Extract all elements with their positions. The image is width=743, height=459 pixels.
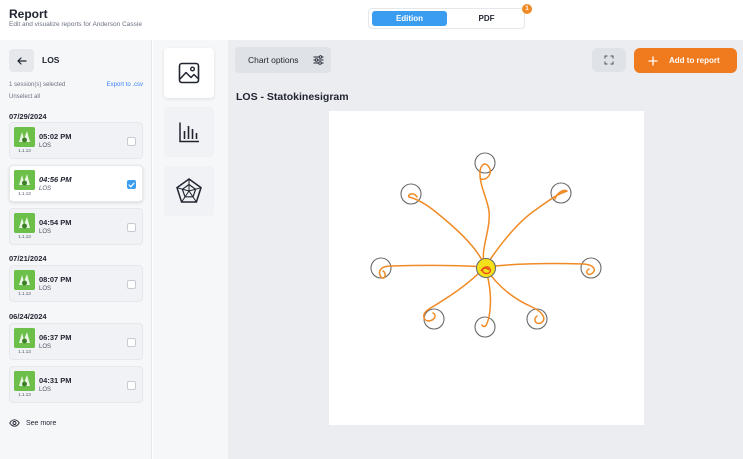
session-card[interactable]: 1.1.13 05:02 PM LOS [9, 122, 143, 159]
see-more-label: See more [26, 419, 57, 427]
session-type: LOS [39, 143, 52, 149]
session-time: 08:07 PM [39, 275, 72, 284]
session-time: 04:54 PM [39, 218, 72, 227]
session-card[interactable]: 1.1.13 06:37 PM LOS [9, 323, 143, 360]
tab-pdf[interactable]: PDF [449, 11, 524, 26]
session-checkbox[interactable] [127, 381, 136, 390]
unselect-all-link[interactable]: Unselect all [9, 94, 40, 100]
session-type: LOS [39, 286, 52, 292]
statokinesigram-chart [329, 111, 644, 425]
session-checkbox[interactable] [127, 280, 136, 289]
session-time: 04:31 PM [39, 376, 72, 385]
target-circle [474, 152, 496, 174]
fullscreen-icon [604, 55, 614, 65]
session-type: LOS [39, 229, 52, 235]
session-type: LOS [39, 186, 52, 192]
session-type: LOS [39, 387, 52, 393]
chart-options-label: Chart options [248, 55, 299, 65]
tab-edition[interactable]: Edition [372, 11, 447, 26]
page-subtitle: Edit and visualize reports for Anderson … [9, 21, 142, 28]
eye-icon [9, 419, 20, 427]
session-time: 04:56 PM [39, 175, 72, 184]
pdf-count-badge: 1 [522, 4, 532, 14]
view-toggle: Edition PDF [368, 8, 525, 29]
visualization-tools [153, 40, 228, 459]
export-csv-link[interactable]: Export to .csv [107, 82, 143, 88]
session-thumbnail [14, 328, 35, 348]
session-version: 1.1.13 [18, 291, 31, 296]
fullscreen-button[interactable] [592, 48, 626, 72]
session-sidebar: LOS 1 session(s) selected Export to .csv… [0, 40, 152, 459]
image-icon [178, 62, 200, 84]
session-card[interactable]: 1.1.13 04:31 PM LOS [9, 366, 143, 403]
session-card[interactable]: 1.1.13 08:07 PM LOS [9, 265, 143, 302]
session-time: 06:37 PM [39, 333, 72, 342]
session-checkbox[interactable] [127, 137, 136, 146]
session-card[interactable]: 1.1.13 04:56 PM LOS [9, 165, 143, 202]
sliders-icon [313, 55, 324, 65]
plus-icon [648, 56, 658, 65]
session-version: 1.1.13 [18, 349, 31, 354]
target-circle [580, 257, 602, 279]
session-checkbox[interactable] [127, 338, 136, 347]
session-checkbox[interactable] [127, 223, 136, 232]
chart-title: LOS - Statokinesigram [236, 91, 349, 103]
radar-chart-icon [176, 178, 202, 203]
session-checkbox[interactable] [127, 180, 136, 189]
session-thumbnail [14, 127, 35, 147]
session-thumbnail [14, 270, 35, 290]
center-of-pressure-trace [378, 163, 596, 328]
session-version: 1.1.13 [18, 234, 31, 239]
bar-chart-tool-button[interactable] [164, 107, 214, 157]
session-time: 05:02 PM [39, 132, 72, 141]
back-button[interactable] [9, 49, 34, 72]
session-version: 1.1.13 [18, 392, 31, 397]
session-thumbnail [14, 213, 35, 233]
sidebar-title: LOS [42, 55, 60, 65]
session-type: LOS [39, 344, 52, 350]
session-thumbnail [14, 371, 35, 391]
date-header: 06/24/2024 [9, 312, 47, 321]
session-version: 1.1.13 [18, 191, 31, 196]
date-header: 07/21/2024 [9, 254, 47, 263]
chart-options-button[interactable]: Chart options [235, 47, 331, 73]
statokinesigram-svg [370, 152, 602, 338]
checkmark-icon [128, 182, 135, 187]
sessions-selected-count: 1 session(s) selected [9, 82, 66, 88]
session-thumbnail [14, 170, 35, 190]
radar-chart-tool-button[interactable] [164, 166, 214, 216]
see-more-button[interactable]: See more [9, 419, 56, 427]
arrow-left-icon [16, 56, 27, 65]
session-card[interactable]: 1.1.13 04:54 PM LOS [9, 208, 143, 245]
add-to-report-button[interactable]: Add to report [634, 48, 737, 73]
add-to-report-label: Add to report [669, 56, 720, 65]
date-header: 07/29/2024 [9, 112, 47, 121]
bar-chart-icon [179, 122, 199, 143]
main-panel: Chart options Add to report LOS - Statok… [228, 40, 743, 459]
page-title: Report [9, 7, 48, 21]
app-header: Report Edit and visualize reports for An… [0, 0, 743, 40]
session-version: 1.1.13 [18, 148, 31, 153]
image-tool-button[interactable] [164, 48, 214, 98]
